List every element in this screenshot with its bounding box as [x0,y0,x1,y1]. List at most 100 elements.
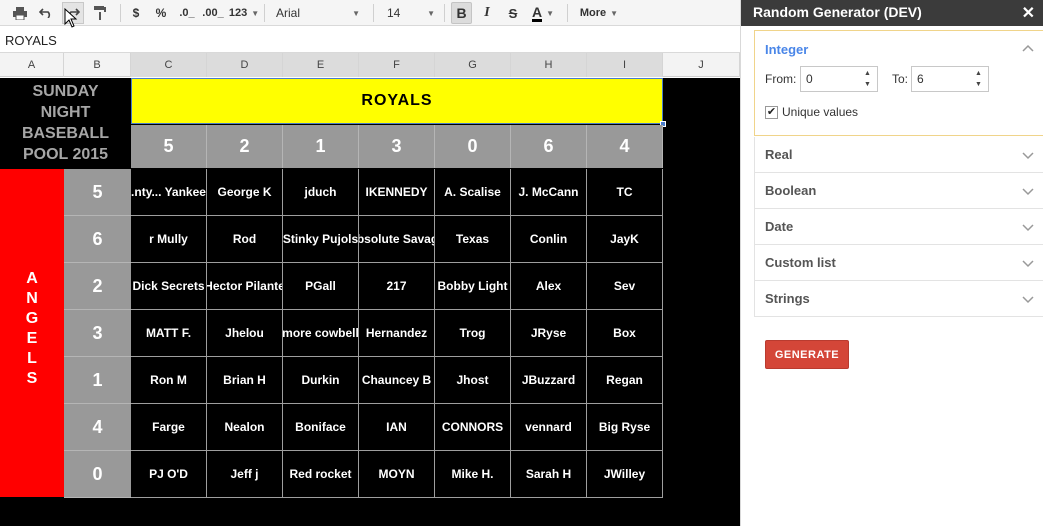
column-header-b[interactable]: B [64,53,131,77]
decrease-decimal-button[interactable]: .0_ [176,0,198,26]
royals-number-cell[interactable]: 4 [587,125,663,168]
square-cell[interactable]: Rod [207,216,283,263]
square-cell[interactable]: JayK [587,216,663,263]
angels-number-cell[interactable]: 5 [64,169,131,216]
spinner-arrows-icon[interactable]: ▲ ▼ [975,69,985,89]
square-cell[interactable]: Boniface [283,404,359,451]
square-cell[interactable]: Hector Pilante [207,263,283,310]
square-cell[interactable]: CONNORS [435,404,511,451]
column-header-e[interactable]: E [283,53,359,77]
square-cell[interactable]: Bobby Light [435,263,511,310]
column-header-f[interactable]: F [359,53,435,77]
square-cell[interactable]: Alex [511,263,587,310]
square-cell[interactable]: MATT F. [131,310,207,357]
square-cell[interactable]: IKENNEDY [359,169,435,216]
column-header-g[interactable]: G [435,53,511,77]
square-cell[interactable]: jduch [283,169,359,216]
square-cell[interactable]: JWilley [587,451,663,498]
square-cell[interactable]: Conlin [511,216,587,263]
square-cell[interactable]: Jeff j [207,451,283,498]
royals-number-cell[interactable]: 5 [131,125,207,168]
square-cell[interactable]: George K [207,169,283,216]
text-color-button[interactable]: A ▼ [527,0,559,26]
angels-number-cell[interactable]: 6 [64,216,131,263]
square-cell[interactable]: r Mully [131,216,207,263]
square-cell[interactable]: Box [587,310,663,357]
angels-number-cell[interactable]: 2 [64,263,131,310]
square-cell[interactable]: J. McCann [511,169,587,216]
square-cell[interactable]: Regan [587,357,663,404]
angels-number-cell[interactable]: 3 [64,310,131,357]
percent-button[interactable]: % [152,0,170,26]
strikethrough-button[interactable]: S [503,0,523,26]
square-cell[interactable]: Sarah H [511,451,587,498]
to-input[interactable]: 6 ▲ ▼ [911,66,989,92]
square-cell[interactable]: Mike H. [435,451,511,498]
column-header-a[interactable]: A [0,53,64,77]
square-cell[interactable]: Durkin [283,357,359,404]
square-cell[interactable]: Big Ryse [587,404,663,451]
from-input[interactable]: 0 ▲ ▼ [800,66,878,92]
square-cell[interactable]: JBuzzard [511,357,587,404]
increase-decimal-button[interactable]: .00_ [201,0,225,26]
angels-number-cell[interactable]: 4 [64,404,131,451]
square-cell[interactable]: vennard [511,404,587,451]
column-header-j[interactable]: J [663,53,740,77]
currency-button[interactable]: $ [128,0,144,26]
print-icon[interactable] [10,0,30,26]
bold-button[interactable]: B [451,2,472,24]
square-cell[interactable]: Absolute Savage [359,216,435,263]
royals-number-cell[interactable]: 2 [207,125,283,168]
more-menu[interactable]: More ▼ [575,0,623,26]
square-cell[interactable]: Stinky Pujols [283,216,359,263]
column-header-h[interactable]: H [511,53,587,77]
square-cell[interactable]: ...nty... Yankees [131,169,207,216]
square-cell[interactable]: Dick Secrets [131,263,207,310]
square-cell[interactable]: Ron M [131,357,207,404]
undo-icon[interactable] [36,0,56,26]
square-cell[interactable]: IAN [359,404,435,451]
square-cell[interactable]: Trog [435,310,511,357]
integer-section-title[interactable]: Integer [765,42,808,57]
square-cell[interactable]: MOYN [359,451,435,498]
font-dropdown[interactable]: Arial ▼ [272,0,364,26]
square-cell[interactable]: Red rocket [283,451,359,498]
royals-number-cell[interactable]: 1 [283,125,359,168]
square-cell[interactable]: 217 [359,263,435,310]
column-header-d[interactable]: D [207,53,283,77]
section-date[interactable]: Date [754,209,1043,245]
square-cell[interactable]: PJ O'D [131,451,207,498]
unique-values-checkbox[interactable]: ✔ [765,105,778,119]
square-cell[interactable]: Brian H [207,357,283,404]
angels-number-cell[interactable]: 1 [64,357,131,404]
square-cell[interactable]: more cowbell [283,310,359,357]
royals-header-cell[interactable]: ROYALS [131,78,663,124]
square-cell[interactable]: Chauncey B [359,357,435,404]
square-cell[interactable]: Sev [587,263,663,310]
pool-title-cell[interactable]: SUNDAY NIGHT BASEBALL POOL 2015 [0,78,131,168]
generate-button[interactable]: GENERATE [765,340,849,369]
column-header-c[interactable]: C [131,53,207,77]
square-cell[interactable]: PGall [283,263,359,310]
number-format-dropdown[interactable]: 123 ▼ [228,0,260,26]
formula-bar[interactable]: ROYALS [0,27,740,53]
italic-button[interactable]: I [477,0,497,26]
section-real[interactable]: Real [754,137,1043,173]
square-cell[interactable]: Nealon [207,404,283,451]
font-size-dropdown[interactable]: 14 ▼ [383,0,439,26]
section-boolean[interactable]: Boolean [754,173,1043,209]
close-icon[interactable]: ✕ [1022,3,1035,23]
section-custom-list[interactable]: Custom list [754,245,1043,281]
unique-values-option[interactable]: ✔ Unique values [765,105,858,119]
column-header-i[interactable]: I [587,53,663,77]
angels-number-cell[interactable]: 0 [64,451,131,498]
square-cell[interactable]: Jhost [435,357,511,404]
royals-number-cell[interactable]: 0 [435,125,511,168]
royals-number-cell[interactable]: 3 [359,125,435,168]
chevron-up-icon[interactable] [1022,43,1034,55]
paint-format-icon[interactable] [90,0,110,26]
square-cell[interactable]: Farge [131,404,207,451]
square-cell[interactable]: Jhelou [207,310,283,357]
royals-number-cell[interactable]: 6 [511,125,587,168]
square-cell[interactable]: Hernandez [359,310,435,357]
